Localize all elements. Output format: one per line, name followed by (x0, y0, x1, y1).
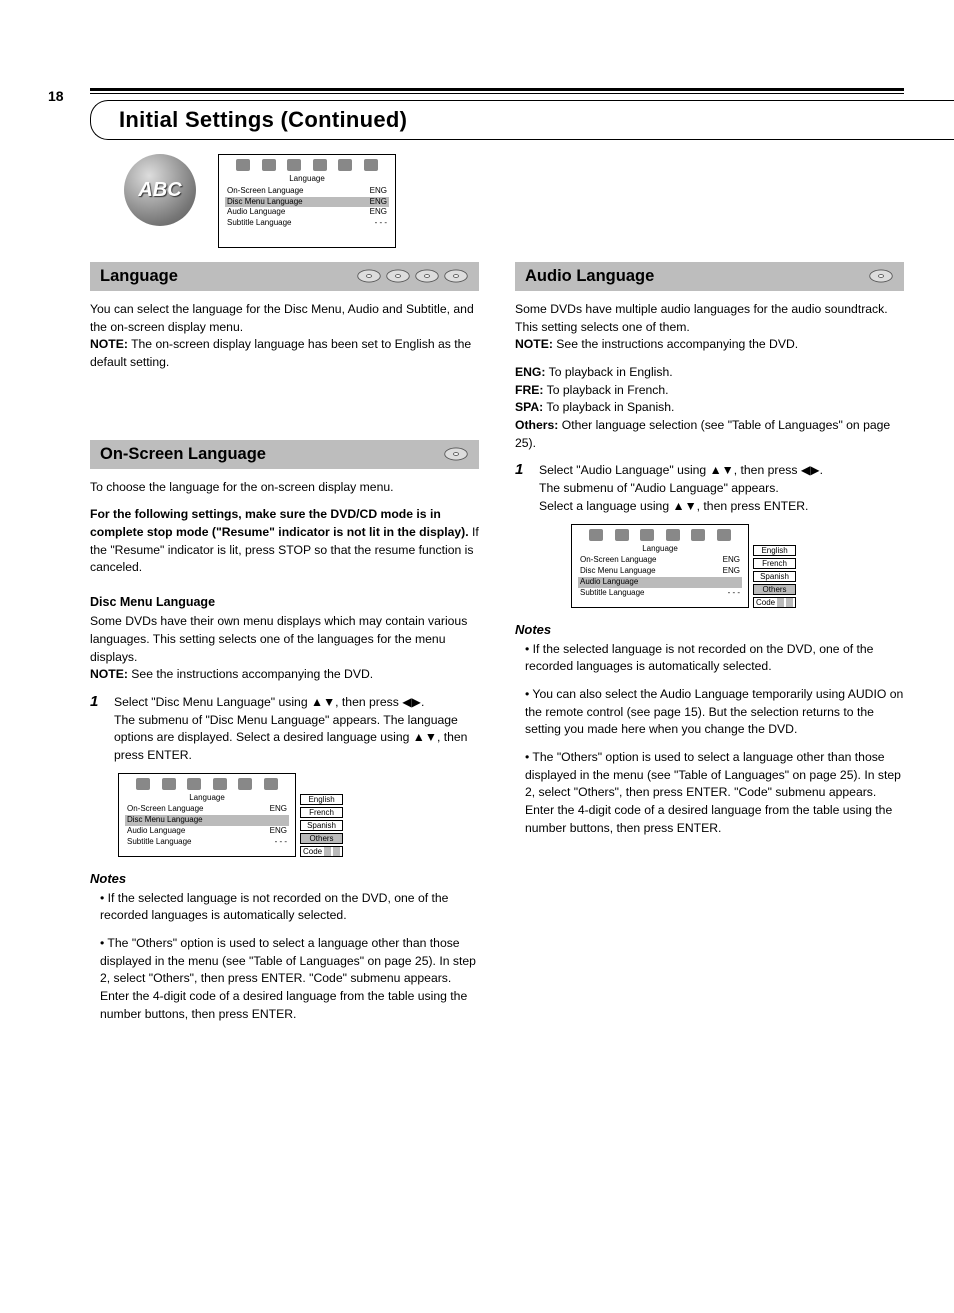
up-down-arrows-icon: ▲▼ (311, 695, 335, 709)
audio-language-header-bar: Audio Language (515, 262, 904, 291)
category-icons (868, 268, 894, 284)
code-entry: Code (300, 846, 343, 857)
list-item: French (300, 807, 343, 818)
step-1-audio: 1 Select "Audio Language" using ▲▼, then… (515, 462, 904, 515)
osd-row: Disc Menu LanguageENG (225, 197, 389, 208)
step-number: 1 (515, 462, 533, 515)
note-item: • If the selected language is not record… (90, 890, 479, 925)
up-down-arrows-icon: ▲▼ (673, 499, 697, 513)
notes-heading: Notes (90, 871, 479, 886)
note-item: • You can also select the Audio Language… (515, 686, 904, 739)
disc-icon (868, 268, 894, 284)
onscreen-lang-header-bar: On-Screen Language (90, 440, 479, 469)
osd-row: Subtitle Language- - - (225, 218, 389, 229)
note-item: • The "Others" option is used to select … (90, 935, 479, 1023)
up-down-arrows-icon: ▲▼ (710, 463, 734, 477)
left-column: Language You can select the language for… (90, 262, 479, 1033)
paragraph: To choose the language for the on-screen… (90, 479, 479, 497)
disc-menu-language-heading: Disc Menu Language (90, 595, 479, 609)
disc-icon (414, 268, 440, 284)
paragraph: You can select the language for the Disc… (90, 301, 479, 372)
step-body: Select "Audio Language" using ▲▼, then p… (539, 462, 823, 515)
up-down-arrows-icon: ▲▼ (413, 730, 437, 744)
important-note: For the following settings, make sure th… (90, 506, 479, 577)
paragraph: Some DVDs have multiple audio languages … (515, 301, 904, 354)
audio-submenu-figure: Language On-Screen LanguageENG Disc Menu… (571, 524, 904, 608)
osd-row: On-Screen LanguageENG (225, 186, 389, 197)
bar-title: Language (100, 267, 356, 286)
step-body: Select "Disc Menu Language" using ▲▼, th… (114, 694, 479, 765)
disc-icon (385, 268, 411, 284)
list-item: English (753, 545, 796, 556)
bar-title: On-Screen Language (100, 445, 443, 464)
disc-icon (443, 446, 469, 462)
paragraph: Some DVDs have their own menu displays w… (90, 613, 479, 684)
osd-caption: Language (225, 174, 389, 185)
right-column: Audio Language Some DVDs have multiple a… (515, 262, 904, 1033)
left-right-arrows-icon: ◀▶ (402, 695, 421, 709)
intro-row: ABC Language On-Screen LanguageENG Disc … (124, 154, 904, 248)
list-item: Others (300, 833, 343, 844)
osd-tab-icons (225, 159, 389, 171)
language-options-list: English French Spanish Others Code (300, 794, 343, 857)
notes-heading: Notes (515, 622, 904, 637)
note-item: • If the selected language is not record… (515, 641, 904, 676)
language-options-list: English French Spanish Others Code (753, 545, 796, 608)
step-1-disc-menu: 1 Select "Disc Menu Language" using ▲▼, … (90, 694, 479, 765)
list-item: English (300, 794, 343, 805)
step-number: 1 (90, 694, 108, 765)
section-title: Initial Settings (Continued) (90, 100, 954, 140)
list-item: Spanish (300, 820, 343, 831)
list-item: French (753, 558, 796, 569)
legend: ENG: To playback in English. FRE: To pla… (515, 364, 904, 452)
osd-language-preview: Language On-Screen LanguageENG Disc Menu… (218, 154, 396, 248)
bar-title: Audio Language (525, 267, 868, 286)
osd-row: Audio LanguageENG (225, 207, 389, 218)
page: 18 Initial Settings (Continued) ABC Lang… (0, 0, 954, 1073)
category-icons (443, 446, 469, 462)
category-icons (356, 268, 469, 284)
list-item: Spanish (753, 571, 796, 582)
columns: Language You can select the language for… (90, 262, 904, 1033)
language-header-bar: Language (90, 262, 479, 291)
page-number: 18 (48, 88, 64, 104)
disc-icon (356, 268, 382, 284)
disc-menu-submenu-figure: Language On-Screen LanguageENG Disc Menu… (118, 773, 479, 857)
language-abc-icon: ABC (124, 154, 196, 226)
note-item: • The "Others" option is used to select … (515, 749, 904, 837)
code-entry: Code (753, 597, 796, 608)
top-divider (90, 88, 904, 94)
disc-icon (443, 268, 469, 284)
list-item: Others (753, 584, 796, 595)
left-right-arrows-icon: ◀▶ (801, 463, 820, 477)
